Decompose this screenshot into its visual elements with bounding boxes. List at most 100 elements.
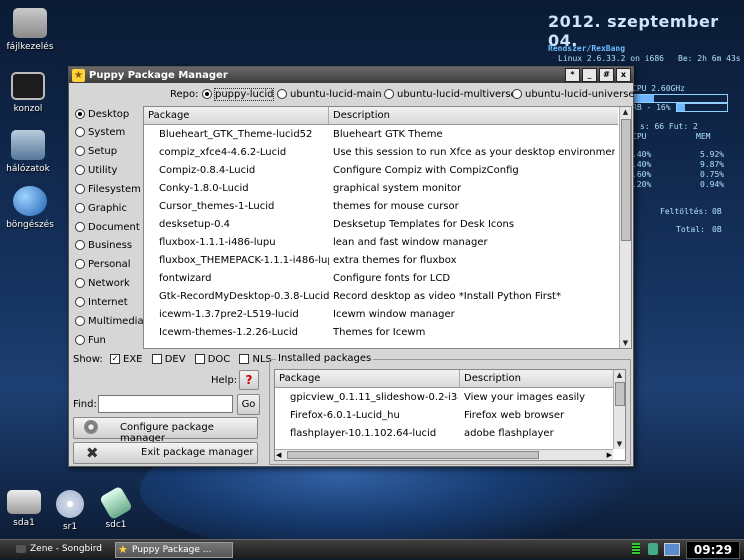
taskbar-item-songbird[interactable]: Zene - Songbird: [14, 542, 126, 556]
table-row[interactable]: fontwizard Configure fonts for LCD: [144, 270, 618, 288]
installed-list-vscrollbar[interactable]: ▲ ▼: [613, 370, 625, 449]
column-header-package[interactable]: Package: [148, 110, 189, 121]
package-description: Use this session to run Xfce as your des…: [333, 147, 615, 158]
clock[interactable]: 09:29: [686, 541, 740, 559]
category-filesystem[interactable]: Filesystem: [75, 184, 141, 202]
scroll-down-icon[interactable]: ▼: [620, 338, 631, 348]
scroll-down-icon[interactable]: ▼: [614, 439, 625, 449]
desktop-icon-networks[interactable]: hálózatok: [0, 130, 58, 174]
find-input[interactable]: [98, 395, 233, 413]
repo-option-puppy-lucid[interactable]: puppy-lucid: [202, 88, 275, 101]
go-button[interactable]: Go: [237, 394, 260, 415]
radio-selected-icon: [75, 109, 85, 119]
table-row[interactable]: Conky-1.8.0-Lucid graphical system monito…: [144, 180, 618, 198]
exit-button[interactable]: ✖ Exit package manager: [73, 442, 258, 464]
taskbar-item-package-manager[interactable]: ★ Puppy Package ...: [115, 542, 233, 558]
table-row[interactable]: Cursor_themes-1-Lucid themes for mouse cu…: [144, 198, 618, 216]
category-network[interactable]: Network: [75, 278, 130, 296]
category-label: Document: [88, 222, 140, 233]
category-setup[interactable]: Setup: [75, 146, 117, 164]
table-row[interactable]: gpicview_0.1.11_slideshow-0.2-i386 View y…: [275, 389, 613, 407]
package-description: adobe flashplayer: [464, 428, 554, 439]
desktop-icon-file-manager[interactable]: fájlkezelés: [0, 8, 60, 52]
package-description: Themes for Icewm: [333, 327, 426, 338]
hard-drive-icon: [7, 490, 41, 514]
column-header-description[interactable]: Description: [328, 107, 390, 124]
sticky-button[interactable]: *: [565, 68, 580, 82]
scroll-left-icon[interactable]: ◀: [276, 450, 281, 460]
package-name: fluxbox-1.1.1-i486-lupu: [159, 237, 276, 248]
installed-list-hscrollbar[interactable]: ◀ ▶: [275, 449, 613, 460]
column-header-description[interactable]: Description: [459, 370, 521, 387]
table-row[interactable]: Blueheart_GTK_Theme-lucid52 Blueheart GTK…: [144, 126, 618, 144]
table-row[interactable]: fluxbox-1.1.1-i486-lupu lean and fast win…: [144, 234, 618, 252]
package-description: Desksetup Templates for Desk Icons: [333, 219, 515, 230]
category-internet[interactable]: Internet: [75, 297, 128, 315]
scroll-up-icon[interactable]: ▲: [620, 107, 631, 117]
network-icon: [11, 130, 45, 160]
table-row[interactable]: desksetup-0.4 Desksetup Templates for Des…: [144, 216, 618, 234]
scrollbar-thumb[interactable]: [287, 451, 539, 459]
category-label: Graphic: [88, 203, 127, 214]
task-label: Puppy Package ...: [132, 545, 212, 555]
table-row[interactable]: Compiz-0.8.4-Lucid Configure Compiz with …: [144, 162, 618, 180]
table-row[interactable]: Gtk-RecordMyDesktop-0.3.8-Lucid Record de…: [144, 288, 618, 306]
repo-option-ubuntu-lucid-multiverse[interactable]: ubuntu-lucid-multiverse: [384, 89, 517, 100]
installed-package-list[interactable]: Package Description gpicview_0.1.11_slid…: [274, 369, 626, 461]
show-option-doc[interactable]: DOC: [194, 354, 230, 365]
category-desktop[interactable]: Desktop: [75, 109, 129, 127]
volume-icon[interactable]: [632, 543, 640, 555]
table-row[interactable]: Firefox-6.0.1-Lucid_hu Firefox web browse…: [275, 407, 613, 425]
scroll-right-icon[interactable]: ▶: [607, 450, 612, 460]
help-button[interactable]: ?: [239, 370, 259, 390]
package-list[interactable]: Package Description Blueheart_GTK_Theme-…: [143, 106, 632, 349]
radio-icon: [75, 184, 85, 194]
cpu-bar: [632, 94, 728, 103]
category-utility[interactable]: Utility: [75, 165, 117, 183]
drive-icon-sdc1[interactable]: sdc1: [86, 485, 146, 530]
show-option-dev[interactable]: DEV: [151, 354, 186, 365]
category-system[interactable]: System: [75, 127, 125, 145]
table-row[interactable]: Icewm-themes-1.2.26-Lucid Themes for Icew…: [144, 324, 618, 342]
scrollbar-thumb[interactable]: [615, 382, 625, 406]
proc-cpu: .20%: [632, 180, 652, 189]
window-titlebar[interactable]: ★ Puppy Package Manager * _ # x: [69, 67, 633, 83]
radio-icon: [75, 240, 85, 250]
category-label: Personal: [88, 259, 131, 270]
repo-option-label: ubuntu-lucid-main: [290, 89, 382, 100]
category-personal[interactable]: Personal: [75, 259, 131, 277]
show-option-exe[interactable]: ✓ EXE: [110, 354, 143, 365]
table-row[interactable]: icewm-1.3.7pre2-L519-lucid Icewm window m…: [144, 306, 618, 324]
repo-option-ubuntu-lucid-universe[interactable]: ubuntu-lucid-universe: [512, 89, 635, 100]
desktop-icon-console[interactable]: konzol: [0, 72, 58, 114]
table-row[interactable]: fluxbox_THEMEPACK-1.1.1-i486-lupu extra t…: [144, 252, 618, 270]
category-graphic[interactable]: Graphic: [75, 203, 127, 221]
window-title: Puppy Package Manager: [89, 69, 228, 81]
package-description: extra themes for fluxbox: [333, 255, 457, 266]
desktop-icon-label: fájlkezelés: [6, 42, 54, 52]
maximize-button[interactable]: #: [599, 68, 614, 82]
category-fun[interactable]: Fun: [75, 335, 106, 353]
minimize-button[interactable]: _: [582, 68, 597, 82]
category-business[interactable]: Business: [75, 240, 132, 258]
show-option-nls[interactable]: NLS: [239, 354, 272, 365]
radio-icon: [277, 89, 287, 99]
desktop-icon-browser[interactable]: böngészés: [0, 186, 60, 230]
network-status-icon[interactable]: [664, 543, 680, 556]
package-list-scrollbar[interactable]: ▲ ▼: [619, 107, 631, 348]
ram-usage: RB - 16%: [632, 103, 671, 112]
table-row[interactable]: compiz_xfce4-4.6.2-Lucid Use this session…: [144, 144, 618, 162]
uptime-info: Be: 2h 6m 43s: [678, 54, 741, 63]
scrollbar-thumb[interactable]: [621, 119, 631, 241]
close-button[interactable]: x: [616, 68, 631, 82]
configure-button[interactable]: Configure package manager: [73, 417, 258, 444]
column-header-package[interactable]: Package: [279, 373, 320, 384]
songbird-icon: [16, 545, 26, 553]
battery-icon[interactable]: [648, 543, 658, 555]
category-document[interactable]: Document: [75, 222, 140, 240]
gear-icon: [84, 420, 98, 434]
repo-option-ubuntu-lucid-main[interactable]: ubuntu-lucid-main: [277, 89, 382, 100]
table-row[interactable]: flashplayer-10.1.102.64-lucid adobe flash…: [275, 425, 613, 443]
scroll-up-icon[interactable]: ▲: [614, 370, 625, 380]
category-multimedia[interactable]: Multimedia: [75, 316, 144, 334]
